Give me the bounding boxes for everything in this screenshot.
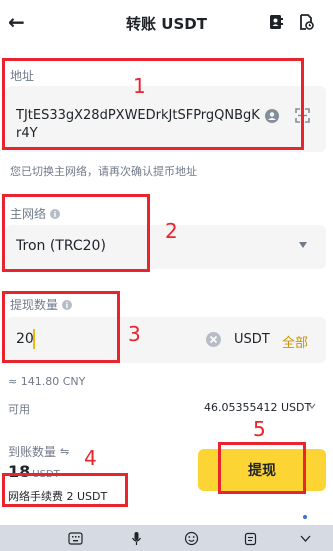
annotation-box-3 xyxy=(2,291,120,363)
chevron-down-icon[interactable] xyxy=(298,531,313,546)
address-book-icon[interactable] xyxy=(268,14,284,30)
annotation-box-5 xyxy=(218,442,306,494)
annotation-number-1: 1 xyxy=(133,74,146,98)
receive-label-text: 到账数量 xyxy=(8,445,57,459)
address-hint: 您已切换主网络，请再次确认提币地址 xyxy=(10,165,197,178)
max-all-button[interactable]: 全部 xyxy=(282,332,308,351)
indicator-dot xyxy=(303,515,307,519)
clipboard-icon[interactable] xyxy=(243,531,258,546)
amount-cny-equivalent: ≈ 141.80 CNY xyxy=(8,375,86,388)
annotation-number-4: 4 xyxy=(84,446,97,470)
history-icon[interactable] xyxy=(298,14,314,30)
annotation-number-5: 5 xyxy=(253,417,266,441)
swap-icon[interactable]: ⇋ xyxy=(60,445,69,458)
receive-label: 到账数量 ⇋ xyxy=(8,443,69,460)
available-value: 46.05355412 USDT xyxy=(204,401,312,414)
keyboard-grid-icon[interactable] xyxy=(68,531,83,546)
clear-icon[interactable] xyxy=(206,332,221,347)
chevron-down-icon[interactable] xyxy=(308,403,316,409)
annotation-box-4 xyxy=(2,473,128,507)
caret-down-icon[interactable] xyxy=(298,241,308,249)
microphone-icon[interactable] xyxy=(129,531,144,546)
available-label: 可用 xyxy=(8,403,30,416)
annotation-number-2: 2 xyxy=(165,219,178,243)
keyboard-toolbar xyxy=(0,525,333,551)
emoji-icon[interactable] xyxy=(184,531,199,546)
annotation-box-2 xyxy=(2,194,150,272)
annotation-number-3: 3 xyxy=(128,322,141,346)
annotation-box-1 xyxy=(2,58,304,150)
amount-unit: USDT xyxy=(234,332,270,347)
